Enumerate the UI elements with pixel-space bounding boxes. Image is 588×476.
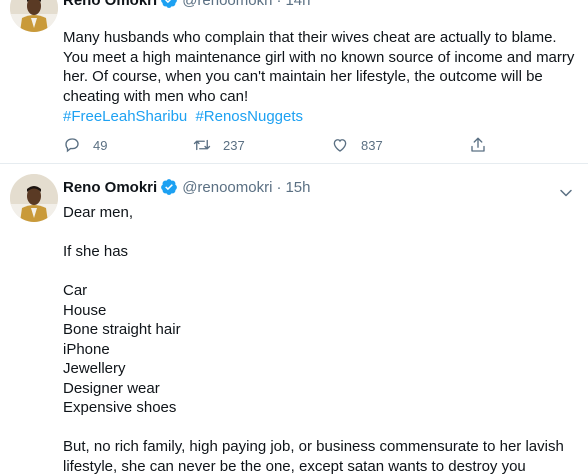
author-name[interactable]: Reno Omokri [63,179,157,196]
tweet-2[interactable]: Reno Omokri @renoomokri · 15h Dear men, … [0,163,588,475]
verified-badge-icon [161,0,178,8]
heart-icon [333,139,347,152]
list-item: House [63,301,107,319]
hashtag-link[interactable]: #FreeLeahSharibu [63,108,187,125]
verified-badge-icon [161,179,178,195]
tweet-time[interactable]: 15h [285,179,310,196]
greeting-text: Dear men, [63,204,134,221]
retweet-button[interactable]: 237 [193,136,245,154]
retweet-icon [193,139,211,151]
list-item: iPhone [63,340,110,358]
reply-icon [65,138,79,153]
list-item: Expensive shoes [63,399,177,416]
avatar-image [10,0,58,32]
tweet-header: Reno Omokri @renoomokri · 15h [63,178,310,196]
author-handle[interactable]: @renoomokri [182,179,272,196]
closing-text: But, no rich family, high paying job, or… [63,438,564,475]
hashtag-link[interactable]: #RenosNuggets [195,108,303,125]
list-item: Car [63,282,88,299]
avatar[interactable] [10,0,58,32]
list-item: Jewellery [63,360,126,377]
author-handle[interactable]: @renoomokri [182,0,272,9]
intro-text: If she has [63,243,129,260]
avatar-image [10,174,58,222]
like-button[interactable]: 837 [331,136,383,154]
share-icon [471,137,485,152]
tweet-actions: 49 237 837 [63,136,503,156]
retweet-count: 237 [223,137,245,153]
like-count: 837 [361,137,383,153]
separator: · [276,178,282,196]
tweet-text: Dear men, If she has Car House Bone stra… [63,203,576,476]
hashtags: #FreeLeahSharibu #RenosNuggets [63,108,307,125]
author-name[interactable]: Reno Omokri [63,0,157,9]
tweet-header: Reno Omokri @renoomokri · 14h [63,0,310,9]
tweet-text: Many husbands who complain that their wi… [63,29,575,105]
tweet-1[interactable]: Reno Omokri @renoomokri · 14h Many husba… [0,0,588,163]
reply-button[interactable]: 49 [63,136,107,154]
reply-count: 49 [93,137,108,153]
list-item: Designer wear [63,379,160,397]
more-icon[interactable] [556,183,576,203]
avatar[interactable] [10,174,58,222]
list-item: Bone straight hair [63,321,181,338]
tweet-time[interactable]: 14h [285,0,310,9]
share-button[interactable] [469,136,499,154]
